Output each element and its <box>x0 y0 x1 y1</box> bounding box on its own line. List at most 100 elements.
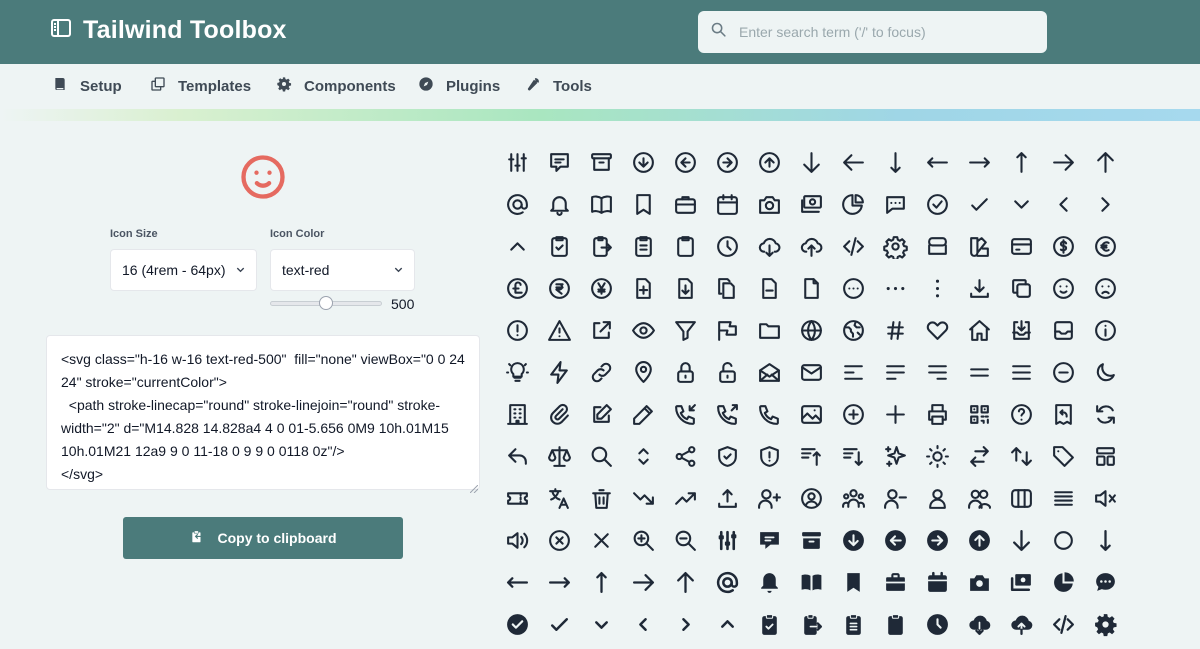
scale-icon[interactable] <box>538 435 580 477</box>
minus-circle-icon[interactable] <box>1042 351 1084 393</box>
refresh-icon[interactable] <box>1084 393 1126 435</box>
chevron-up-icon[interactable] <box>496 225 538 267</box>
briefcase-solid-icon[interactable] <box>874 561 916 603</box>
arrow-left-solid-icon[interactable] <box>1042 519 1084 561</box>
currency-pound-icon[interactable] <box>496 267 538 309</box>
arrow-narrow-left-solid-icon[interactable] <box>496 561 538 603</box>
folder-icon[interactable] <box>748 309 790 351</box>
chevron-down-solid-icon[interactable] <box>580 603 622 645</box>
switch-horizontal-icon[interactable] <box>958 435 1000 477</box>
lock-open-icon[interactable] <box>706 351 748 393</box>
currency-dollar-icon[interactable] <box>1042 225 1084 267</box>
clipboard-check-icon[interactable] <box>538 225 580 267</box>
menu-alt-4-icon[interactable] <box>958 351 1000 393</box>
globe-alt-icon[interactable] <box>832 309 874 351</box>
user-add-icon[interactable] <box>748 477 790 519</box>
currency-euro-icon[interactable] <box>1084 225 1126 267</box>
copy-to-clipboard-button[interactable]: Copy to clipboard <box>123 517 403 559</box>
location-marker-icon[interactable] <box>622 351 664 393</box>
arrow-right-icon[interactable] <box>1042 141 1084 183</box>
plus-circle-icon[interactable] <box>832 393 874 435</box>
arrow-left-icon[interactable] <box>832 141 874 183</box>
lightning-bolt-icon[interactable] <box>538 351 580 393</box>
resize-handle[interactable] <box>469 480 479 498</box>
external-link-icon[interactable] <box>580 309 622 351</box>
cash-solid-icon[interactable] <box>1000 561 1042 603</box>
question-mark-circle-icon[interactable] <box>1000 393 1042 435</box>
duplicate-icon[interactable] <box>1000 267 1042 309</box>
volume-off-icon[interactable] <box>1084 477 1126 519</box>
archive-icon[interactable] <box>580 141 622 183</box>
clipboard-icon[interactable] <box>664 225 706 267</box>
shade-slider[interactable] <box>270 296 382 310</box>
receipt-refund-icon[interactable] <box>1042 393 1084 435</box>
arrow-circle-right-solid-icon[interactable] <box>916 519 958 561</box>
sun-icon[interactable] <box>916 435 958 477</box>
dots-horizontal-icon[interactable] <box>874 267 916 309</box>
arrow-narrow-right-icon[interactable] <box>958 141 1000 183</box>
arrow-down-icon[interactable] <box>790 141 832 183</box>
trending-down-icon[interactable] <box>622 477 664 519</box>
search-box[interactable] <box>698 11 1047 53</box>
pencil-alt-icon[interactable] <box>580 393 622 435</box>
printer-icon[interactable] <box>916 393 958 435</box>
home-icon[interactable] <box>958 309 1000 351</box>
chevron-right-icon[interactable] <box>1084 183 1126 225</box>
arrow-circle-down-icon[interactable] <box>622 141 664 183</box>
exclamation-icon[interactable] <box>538 309 580 351</box>
clipboard-copy-solid-icon[interactable] <box>790 603 832 645</box>
clock-solid-icon[interactable] <box>916 603 958 645</box>
chevron-right-solid-icon[interactable] <box>664 603 706 645</box>
at-symbol-solid-icon[interactable] <box>706 561 748 603</box>
archive-solid-icon[interactable] <box>790 519 832 561</box>
arrow-narrow-up-solid-icon[interactable] <box>580 561 622 603</box>
cog-solid-icon[interactable] <box>1084 603 1126 645</box>
arrow-circle-right-icon[interactable] <box>706 141 748 183</box>
trash-icon[interactable] <box>580 477 622 519</box>
x-icon[interactable] <box>580 519 622 561</box>
annotation-solid-icon[interactable] <box>748 519 790 561</box>
dots-circle-horizontal-icon[interactable] <box>832 267 874 309</box>
document-remove-icon[interactable] <box>748 267 790 309</box>
nav-setup[interactable]: Setup <box>52 76 122 96</box>
chat-solid-icon[interactable] <box>1084 561 1126 603</box>
user-remove-icon[interactable] <box>874 477 916 519</box>
clipboard-check-solid-icon[interactable] <box>748 603 790 645</box>
currency-yen-icon[interactable] <box>580 267 622 309</box>
arrow-right-solid-icon[interactable] <box>622 561 664 603</box>
shield-check-icon[interactable] <box>706 435 748 477</box>
menu-alt-1-icon[interactable] <box>832 351 874 393</box>
phone-icon[interactable] <box>748 393 790 435</box>
link-icon[interactable] <box>580 351 622 393</box>
lock-closed-icon[interactable] <box>664 351 706 393</box>
check-circle-icon[interactable] <box>916 183 958 225</box>
arrow-circle-left-icon[interactable] <box>664 141 706 183</box>
bell-icon[interactable] <box>538 183 580 225</box>
volume-up-icon[interactable] <box>496 519 538 561</box>
switch-vertical-icon[interactable] <box>1000 435 1042 477</box>
arrow-circle-down-solid-icon[interactable] <box>832 519 874 561</box>
nav-components[interactable]: Components <box>276 76 396 96</box>
dots-vertical-icon[interactable] <box>916 267 958 309</box>
moon-icon[interactable] <box>1084 351 1126 393</box>
chevron-down-icon[interactable] <box>1000 183 1042 225</box>
book-open-icon[interactable] <box>580 183 622 225</box>
briefcase-icon[interactable] <box>664 183 706 225</box>
menu-icon[interactable] <box>1000 351 1042 393</box>
calendar-solid-icon[interactable] <box>916 561 958 603</box>
tag-icon[interactable] <box>1042 435 1084 477</box>
download-icon[interactable] <box>958 267 1000 309</box>
menu-alt-3-icon[interactable] <box>916 351 958 393</box>
photograph-icon[interactable] <box>790 393 832 435</box>
plus-icon[interactable] <box>874 393 916 435</box>
arrow-narrow-down-icon[interactable] <box>874 141 916 183</box>
adjustments-icon[interactable] <box>496 141 538 183</box>
document-add-icon[interactable] <box>622 267 664 309</box>
flag-icon[interactable] <box>706 309 748 351</box>
clipboard-list-solid-icon[interactable] <box>832 603 874 645</box>
color-swatch-icon[interactable] <box>958 225 1000 267</box>
cloud-download-icon[interactable] <box>748 225 790 267</box>
cog-icon[interactable] <box>874 225 916 267</box>
database-icon[interactable] <box>916 225 958 267</box>
currency-rupee-icon[interactable] <box>538 267 580 309</box>
